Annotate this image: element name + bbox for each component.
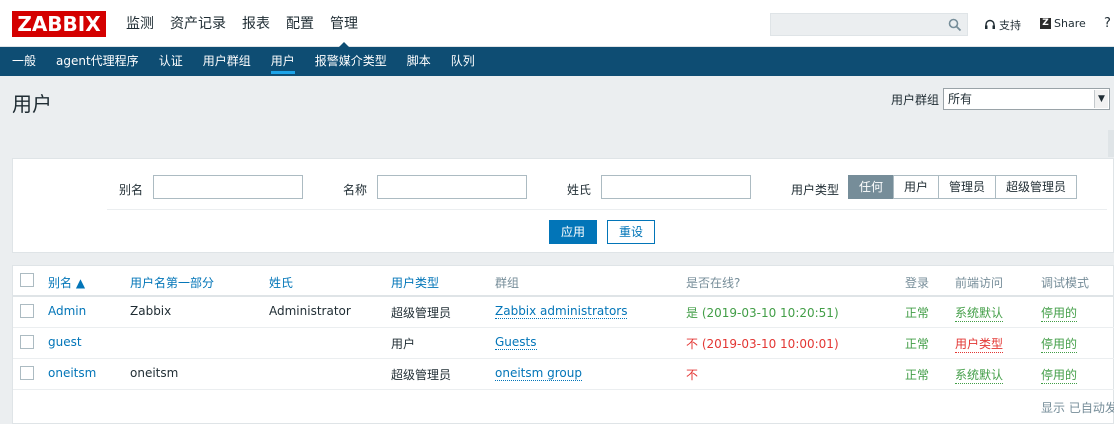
user-group-value: 所有 bbox=[948, 92, 973, 106]
filter-panel: 别名 名称 姓氏 用户类型 任何 用户 管理员 超级管理员 应用 重设 bbox=[12, 158, 1114, 253]
alias-input[interactable] bbox=[153, 175, 303, 199]
help-icon[interactable]: ? bbox=[1104, 16, 1111, 31]
login-status: 正常 bbox=[905, 337, 930, 351]
online-status: 不 (2019-03-10 10:00:01) bbox=[686, 337, 839, 351]
subnav-media-types[interactable]: 报警媒介类型 bbox=[315, 47, 387, 76]
frontend-access[interactable]: 系统默认 bbox=[955, 366, 1004, 384]
top-header: ZABBIX 监测 资产记录 报表 配置 管理 支持 Z Share ? bbox=[0, 0, 1114, 48]
subnav-general[interactable]: 一般 bbox=[12, 47, 36, 76]
col-surname[interactable]: 姓氏 bbox=[269, 274, 293, 291]
share-link[interactable]: Z Share bbox=[1040, 17, 1086, 30]
row-checkbox[interactable] bbox=[20, 335, 34, 349]
debug-mode[interactable]: 停用的 bbox=[1041, 335, 1078, 353]
subnav-proxies[interactable]: agent代理程序 bbox=[56, 47, 139, 76]
frontend-access[interactable]: 用户类型 bbox=[955, 335, 1004, 353]
zabbix-logo[interactable]: ZABBIX bbox=[12, 11, 106, 37]
user-type: 超级管理员 bbox=[391, 306, 452, 320]
zabbix-share-icon: Z bbox=[1040, 18, 1051, 29]
main-menu: 监测 资产记录 报表 配置 管理 bbox=[126, 0, 374, 48]
filter-tab-edge bbox=[1108, 130, 1114, 157]
subnav-users[interactable]: 用户 bbox=[270, 47, 295, 76]
user-name: oneitsm bbox=[130, 366, 179, 380]
search-icon[interactable] bbox=[948, 18, 962, 32]
apply-button[interactable]: 应用 bbox=[549, 220, 597, 244]
filter-divider bbox=[107, 209, 1107, 210]
subnav-authentication[interactable]: 认证 bbox=[159, 47, 183, 76]
subnav-queue[interactable]: 队列 bbox=[451, 47, 475, 76]
user-group-label: 用户群组 bbox=[891, 92, 940, 107]
user-type: 用户 bbox=[391, 337, 416, 351]
menu-administration[interactable]: 管理 bbox=[330, 0, 358, 48]
col-online: 是否在线? bbox=[686, 276, 741, 290]
row-checkbox[interactable] bbox=[20, 304, 34, 318]
user-alias-link[interactable]: guest bbox=[48, 335, 82, 349]
usertype-user[interactable]: 用户 bbox=[893, 175, 940, 199]
subnav-scripts[interactable]: 脚本 bbox=[407, 47, 431, 76]
user-group-link[interactable]: Guests bbox=[495, 335, 537, 350]
col-alias[interactable]: 别名 ▲ bbox=[48, 274, 85, 291]
debug-mode[interactable]: 停用的 bbox=[1041, 366, 1078, 384]
menu-monitoring[interactable]: 监测 bbox=[126, 0, 154, 47]
user-group-filter: 用户群组 所有 ▼ bbox=[891, 88, 1111, 110]
subnav-user-groups[interactable]: 用户群组 bbox=[203, 47, 251, 76]
col-usertype[interactable]: 用户类型 bbox=[391, 274, 439, 291]
menu-inventory[interactable]: 资产记录 bbox=[170, 0, 226, 47]
header-divider bbox=[13, 295, 1114, 297]
usertype-admin[interactable]: 管理员 bbox=[938, 175, 997, 199]
usertype-any[interactable]: 任何 bbox=[848, 175, 895, 199]
online-status: 不 bbox=[686, 368, 699, 382]
surname-input[interactable] bbox=[601, 175, 751, 199]
alias-label: 别名 bbox=[119, 183, 144, 197]
user-group-link[interactable]: Zabbix administrators bbox=[495, 304, 628, 319]
usertype-super-admin[interactable]: 超级管理员 bbox=[995, 175, 1078, 199]
col-name[interactable]: 用户名第一部分 bbox=[130, 274, 214, 291]
user-type: 超级管理员 bbox=[391, 368, 452, 382]
name-label: 名称 bbox=[343, 183, 368, 197]
share-label: Share bbox=[1054, 17, 1086, 30]
col-frontend: 前端访问 bbox=[955, 276, 1004, 290]
page-title: 用户 bbox=[12, 92, 52, 116]
usertype-label: 用户类型 bbox=[791, 183, 840, 197]
row-divider bbox=[13, 389, 1114, 390]
select-all-checkbox[interactable] bbox=[20, 273, 34, 287]
user-group-select[interactable]: 所有 ▼ bbox=[943, 88, 1111, 110]
surname-label: 姓氏 bbox=[567, 183, 592, 197]
users-table: 别名 ▲ 用户名第一部分 姓氏 用户类型 群组 是否在线? 登录 前端访问 调试… bbox=[12, 265, 1114, 424]
online-status: 是 (2019-03-10 10:20:51) bbox=[686, 306, 839, 320]
user-alias-link[interactable]: oneitsm bbox=[48, 366, 96, 380]
row-divider bbox=[13, 358, 1114, 359]
user-group-link[interactable]: oneitsm group bbox=[495, 366, 582, 381]
row-checkbox[interactable] bbox=[20, 366, 34, 380]
search-input[interactable] bbox=[770, 13, 968, 36]
col-groups: 群组 bbox=[495, 276, 520, 290]
dropdown-arrow-icon: ▼ bbox=[1094, 90, 1109, 108]
menu-reports[interactable]: 报表 bbox=[242, 0, 270, 47]
user-name: Zabbix bbox=[130, 304, 172, 318]
table-footer-status: 显示 已自动发 bbox=[1041, 401, 1114, 415]
headset-icon bbox=[985, 19, 995, 29]
login-status: 正常 bbox=[905, 306, 930, 320]
debug-mode[interactable]: 停用的 bbox=[1041, 304, 1078, 322]
support-label: 支持 bbox=[999, 19, 1021, 32]
user-surname: Administrator bbox=[269, 304, 351, 318]
login-status: 正常 bbox=[905, 368, 930, 382]
name-input[interactable] bbox=[377, 175, 527, 199]
menu-configuration[interactable]: 配置 bbox=[286, 0, 314, 47]
usertype-segmented: 任何 用户 管理员 超级管理员 bbox=[848, 175, 1078, 199]
user-alias-link[interactable]: Admin bbox=[48, 304, 86, 318]
col-login: 登录 bbox=[905, 276, 930, 290]
reset-button[interactable]: 重设 bbox=[607, 220, 655, 244]
col-debug: 调试模式 bbox=[1041, 276, 1090, 290]
sub-navigation: 一般 agent代理程序 认证 用户群组 用户 报警媒介类型 脚本 队列 bbox=[0, 47, 1114, 76]
row-divider bbox=[13, 327, 1114, 328]
frontend-access[interactable]: 系统默认 bbox=[955, 304, 1004, 322]
support-link[interactable]: 支持 bbox=[984, 17, 1021, 33]
